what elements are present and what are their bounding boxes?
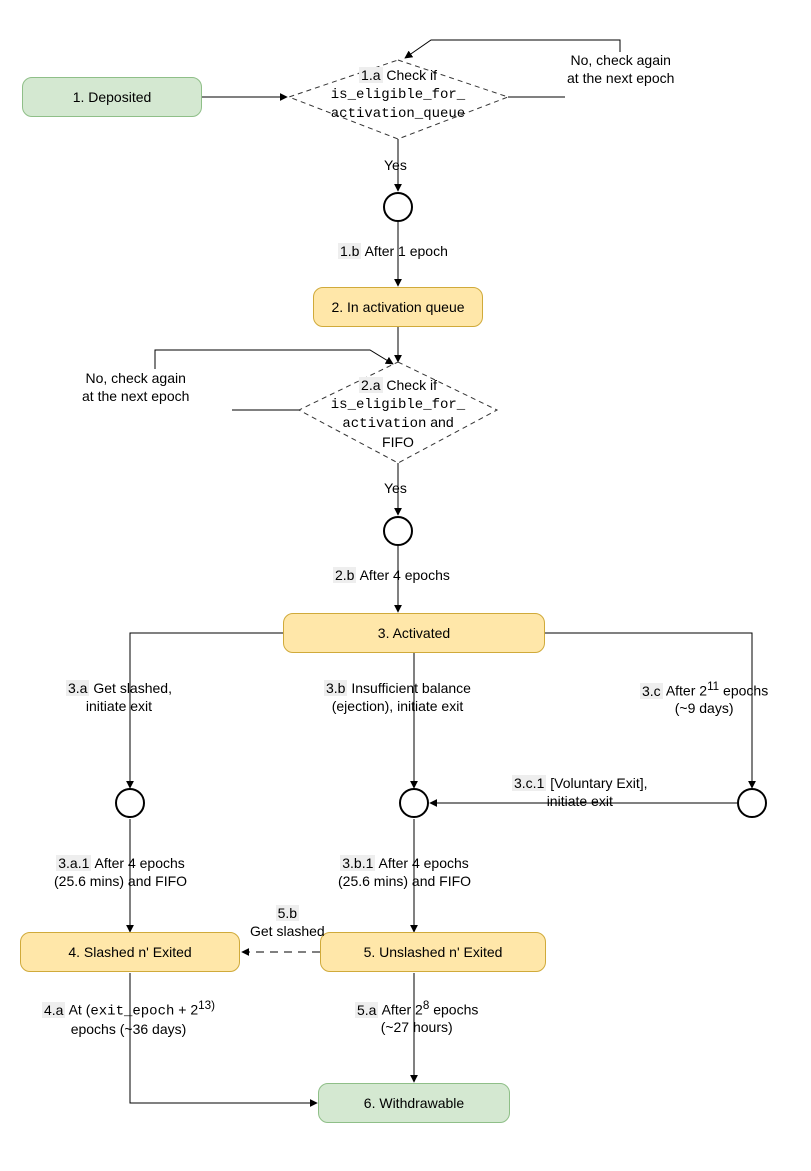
label-2b: 2.b After 4 epochs xyxy=(333,567,450,585)
step-3c-exp: 11 xyxy=(707,680,719,693)
state-in-activation-queue: 2. In activation queue xyxy=(313,287,483,327)
connector-circle-3c xyxy=(737,788,767,818)
step-1a-tag: 1.a xyxy=(359,67,382,83)
connector-circle-3a xyxy=(115,788,145,818)
connector-circle-1b xyxy=(383,192,413,222)
label-3a1: 3.a.1 After 4 epochs(25.6 mins) and FIFO xyxy=(54,855,187,890)
step-1b-text: After 1 epoch xyxy=(365,243,448,259)
step-1a-checkif: Check if xyxy=(386,67,437,83)
step-2b-tag: 2.b xyxy=(333,567,356,583)
step-5a-tag: 5.a xyxy=(355,1002,378,1018)
label-3c: 3.c After 211 epochs (~9 days) xyxy=(640,680,768,718)
step-2a-checkif: Check if xyxy=(386,377,437,393)
step-2b-text: After 4 epochs xyxy=(360,567,450,583)
state-withdrawable: 6. Withdrawable xyxy=(318,1083,510,1123)
step-1b-tag: 1.b xyxy=(338,243,361,259)
label-3b: 3.b Insufficient balance(ejection), init… xyxy=(324,680,471,715)
step-3c-t2: epochs xyxy=(719,683,768,699)
step-5b-text: Get slashed xyxy=(250,923,325,939)
label-5b: 5.b Get slashed xyxy=(250,905,325,940)
state-activated-label: 3. Activated xyxy=(378,625,450,641)
step-5b-tag: 5.b xyxy=(276,905,299,921)
step-3b-tag: 3.b xyxy=(324,680,347,696)
label-2a-no: No, check againat the next epoch xyxy=(82,370,189,405)
label-1a-yes: Yes xyxy=(384,157,407,175)
label-3a: 3.a Get slashed,initiate exit xyxy=(66,680,172,715)
diagram-connectors xyxy=(0,0,811,1171)
step-4a-code: exit_epoch xyxy=(90,1004,174,1020)
state-deposited: 1. Deposited xyxy=(22,77,202,117)
step-4a-tag: 4.a xyxy=(42,1002,65,1018)
label-1a-no: No, check againat the next epoch xyxy=(567,52,674,87)
step-3c-t1: After 2 xyxy=(666,683,707,699)
step-2a-and: and xyxy=(426,414,453,430)
step-2a-fifo: FIFO xyxy=(382,434,414,450)
step-4a-plus: + 2 xyxy=(174,1002,198,1018)
state-slashed-exited-label: 4. Slashed n' Exited xyxy=(68,944,191,960)
label-2a-yes: Yes xyxy=(384,480,407,498)
state-activated: 3. Activated xyxy=(283,613,545,653)
step-4a-exp: 13) xyxy=(198,999,215,1012)
state-deposited-label: 1. Deposited xyxy=(73,89,152,105)
step-5a-t1: After 2 xyxy=(382,1002,423,1018)
step-3a-tag: 3.a xyxy=(66,680,89,696)
step-1a-code: is_eligible_for_activation_queue xyxy=(331,87,465,123)
label-1b: 1.b After 1 epoch xyxy=(338,243,448,261)
state-unslashed-exited-label: 5. Unslashed n' Exited xyxy=(364,944,503,960)
state-slashed-exited: 4. Slashed n' Exited xyxy=(20,932,240,972)
step-3c-t3: (~9 days) xyxy=(675,700,734,716)
step-3a1-tag: 3.a.1 xyxy=(56,855,91,871)
state-in-queue-label: 2. In activation queue xyxy=(331,299,464,315)
validator-lifecycle-diagram: 1. Deposited 2. In activation queue 3. A… xyxy=(0,0,811,1171)
connector-circle-2b xyxy=(383,516,413,546)
step-4a-rest: epochs (~36 days) xyxy=(71,1021,187,1037)
step-5a-t3: (~27 hours) xyxy=(381,1019,453,1035)
decision-2a: 2.a Check if is_eligible_for_activation … xyxy=(310,377,486,451)
step-4a-at: At ( xyxy=(69,1002,91,1018)
state-withdrawable-label: 6. Withdrawable xyxy=(364,1095,464,1111)
step-3c1-tag: 3.c.1 xyxy=(512,775,546,791)
label-3c1: 3.c.1 [Voluntary Exit],initiate exit xyxy=(512,775,648,810)
decision-1a: 1.a Check if is_eligible_for_activation_… xyxy=(300,67,496,124)
label-3b1: 3.b.1 After 4 epochs(25.6 mins) and FIFO xyxy=(338,855,471,890)
step-5a-t2: epochs xyxy=(429,1002,478,1018)
step-3c-tag: 3.c xyxy=(640,683,663,699)
step-3b1-tag: 3.b.1 xyxy=(340,855,375,871)
connector-circle-3b xyxy=(399,788,429,818)
label-4a: 4.a At (exit_epoch + 213) epochs (~36 da… xyxy=(42,999,215,1039)
state-unslashed-exited: 5. Unslashed n' Exited xyxy=(320,932,546,972)
label-5a: 5.a After 28 epochs (~27 hours) xyxy=(355,999,478,1037)
step-2a-tag: 2.a xyxy=(359,377,382,393)
